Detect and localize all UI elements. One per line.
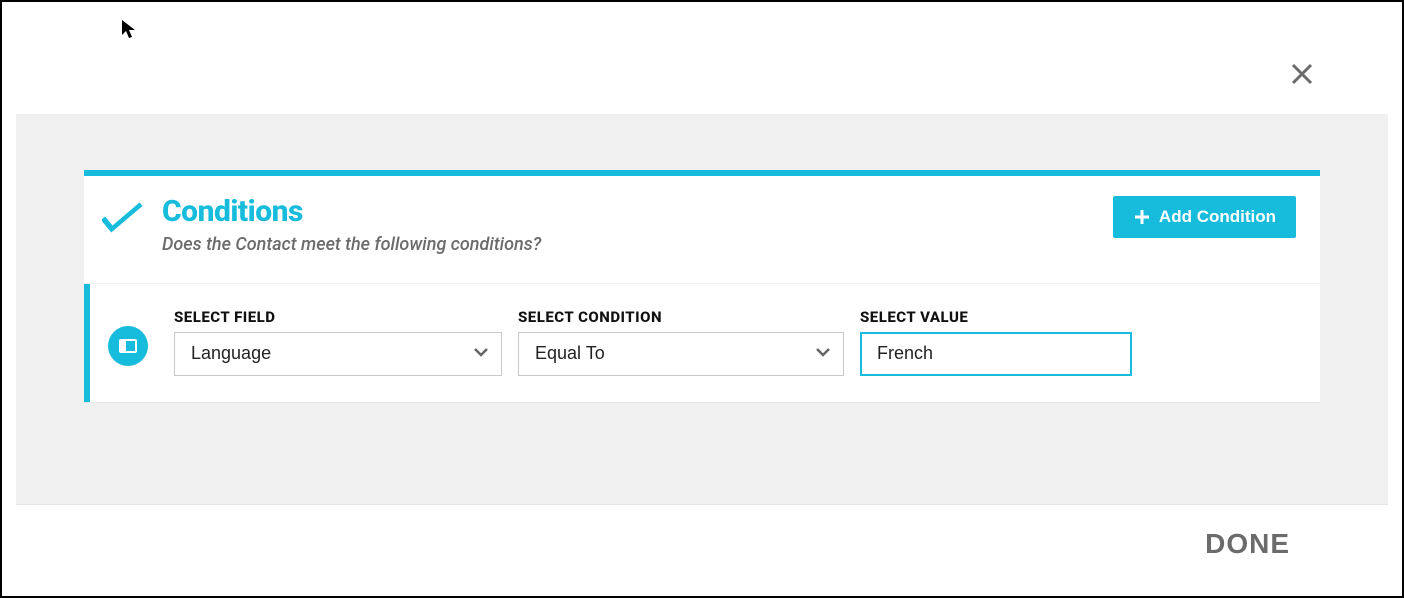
close-button[interactable] bbox=[1286, 60, 1318, 92]
panel-subtitle: Does the Contact meet the following cond… bbox=[162, 234, 541, 255]
select-field-label: SELECT FIELD bbox=[174, 308, 502, 326]
select-value-group: SELECT VALUE bbox=[860, 308, 1132, 376]
row-icon bbox=[108, 326, 148, 366]
add-condition-button[interactable]: Add Condition bbox=[1113, 196, 1296, 238]
conditions-panel: Conditions Does the Contact meet the fol… bbox=[84, 170, 1320, 402]
value-input[interactable] bbox=[860, 332, 1132, 376]
panel-title: Conditions bbox=[162, 196, 541, 228]
done-label: DONE bbox=[1205, 528, 1290, 559]
select-condition-group: SELECT CONDITION bbox=[518, 308, 844, 376]
field-select-wrap bbox=[174, 332, 502, 376]
select-condition-label: SELECT CONDITION bbox=[518, 308, 844, 326]
plus-icon bbox=[1133, 208, 1151, 226]
cursor-icon bbox=[121, 19, 139, 45]
check-icon bbox=[102, 200, 144, 240]
condition-select[interactable] bbox=[518, 332, 844, 376]
dialog-frame: Conditions Does the Contact meet the fol… bbox=[0, 0, 1404, 598]
dialog-footer: DONE bbox=[16, 504, 1388, 582]
field-select[interactable] bbox=[174, 332, 502, 376]
select-field-group: SELECT FIELD bbox=[174, 308, 502, 376]
done-button[interactable]: DONE bbox=[1205, 528, 1290, 560]
close-icon bbox=[1289, 61, 1315, 91]
condition-select-wrap bbox=[518, 332, 844, 376]
add-condition-label: Add Condition bbox=[1159, 207, 1276, 227]
panel-header: Conditions Does the Contact meet the fol… bbox=[84, 176, 1320, 284]
header-text: Conditions Does the Contact meet the fol… bbox=[162, 196, 541, 255]
condition-row: SELECT FIELD SELECT CONDITION bbox=[84, 284, 1320, 402]
select-value-label: SELECT VALUE bbox=[860, 308, 1132, 326]
